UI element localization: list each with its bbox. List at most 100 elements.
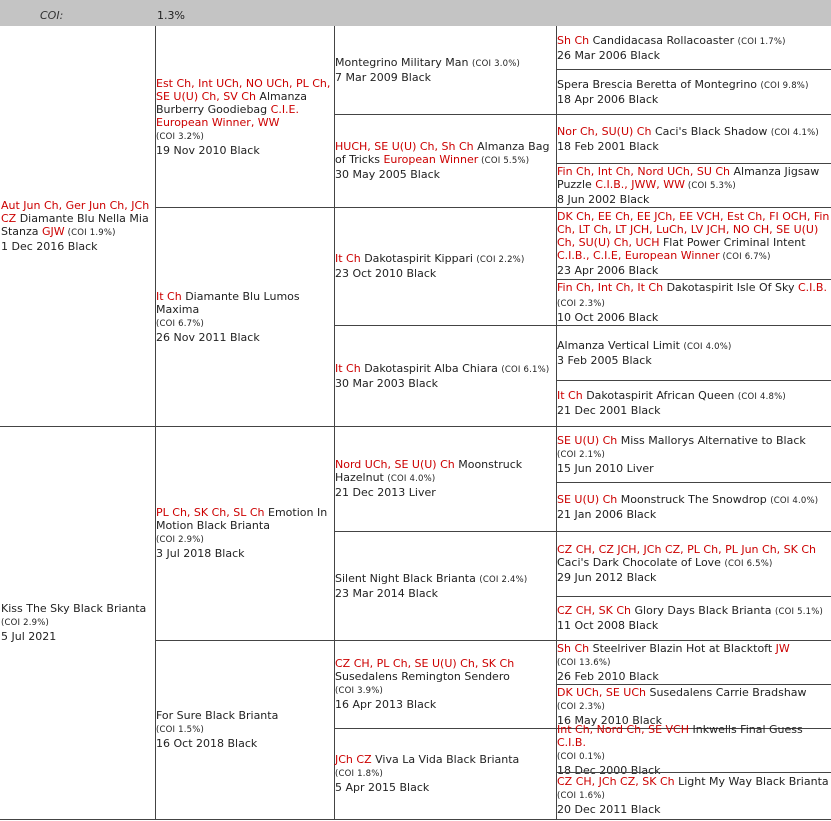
birth-date-color: 15 Jun 2010 Liver [557, 461, 654, 475]
pedigree-cell-gen4[interactable]: Fin Ch, Int Ch, It Ch Dakotaspirit Isle … [556, 279, 831, 325]
coi-value: (COI 2.1%) [557, 449, 606, 460]
birth-date-color: 30 Mar 2003 Black [335, 376, 438, 390]
titles-prefix: Sh Ch [557, 641, 590, 655]
pedigree-cell-gen4[interactable]: Sh Ch Steelriver Blazin Hot at Blacktoft… [556, 640, 831, 684]
birth-date-color: 18 Apr 2006 Black [557, 92, 659, 106]
pedigree-cell-gen3[interactable]: CZ CH, PL Ch, SE U(U) Ch, SK Ch Susedale… [334, 640, 556, 728]
coi-value: (COI 4.0%) [683, 341, 732, 352]
coi-value: (COI 2.2%) [476, 255, 525, 265]
pedigree-cell-gen4[interactable]: Sh Ch Candidacasa Rollacoaster (COI 1.7%… [556, 26, 831, 69]
coi-value: (COI 4.1%) [770, 127, 819, 138]
pedigree-cell-gen4[interactable]: CZ CH, JCh CZ, SK Ch Light My Way Black … [556, 772, 831, 819]
titles-prefix: PL Ch, SK Ch, SL Ch [156, 506, 265, 519]
pedigree-cell-gen4[interactable]: Int Ch, Nord Ch, SE VCH Inkwells Final G… [556, 723, 831, 777]
birth-date-color: 26 Mar 2006 Black [557, 48, 660, 62]
pedigree-cell-gen2[interactable]: It Ch Diamante Blu Lumos Maxima (COI 6.7… [155, 207, 334, 426]
birth-date-color: 29 Jun 2012 Black [557, 571, 657, 584]
dog-name: Caci's Black Shadow [651, 124, 771, 138]
titles-suffix: GJW [42, 225, 65, 238]
coi-value: (COI 6.5%) [724, 559, 773, 569]
titles-prefix: It Ch [557, 389, 583, 402]
pedigree-cell-gen2[interactable]: Est Ch, Int UCh, NO UCh, PL Ch, SE U(U) … [155, 26, 334, 207]
pedigree-cell-gen4[interactable]: Nor Ch, SU(U) Ch Caci's Black Shadow (CO… [556, 114, 831, 163]
pedigree-cell-gen4[interactable]: DK UCh, SE UCh Susedalens Carrie Bradsha… [556, 684, 831, 728]
coi-value: (COI 1.5%) [156, 725, 205, 735]
birth-date-color: 8 Jun 2002 Black [557, 192, 650, 206]
pedigree-cell-gen3[interactable]: It Ch Dakotaspirit Alba Chiara (COI 6.1%… [334, 325, 556, 426]
coi-value: (COI 1.9%) [64, 228, 116, 238]
pedigree-cell-gen1[interactable]: Aut Jun Ch, Ger Jun Ch, JCh CZ Diamante … [0, 26, 155, 426]
titles-prefix: CZ CH, JCh CZ, SK Ch [557, 775, 675, 788]
pedigree-cell-gen3[interactable]: Nord UCh, SE U(U) Ch Moonstruck Hazelnut… [334, 426, 556, 531]
dog-name: Kiss The Sky Black Brianta [1, 602, 147, 615]
dog-name: Spera Brescia Beretta of Montegrino [557, 77, 761, 91]
dog-name: Dakotaspirit African Queen [582, 389, 738, 402]
table-bottom-border [0, 819, 831, 820]
titles-prefix: It Ch [156, 289, 182, 303]
coi-value: (COI 1.7%) [737, 36, 786, 47]
pedigree-cell-gen4[interactable]: Fin Ch, Int Ch, Nord UCh, SU Ch Almanza … [556, 163, 831, 207]
titles-prefix: CZ CH, CZ JCH, JCh CZ, PL Ch, PL Jun Ch,… [557, 543, 816, 556]
birth-date-color: 16 Oct 2018 Black [156, 737, 258, 750]
coi-value: (COI 1.6%) [557, 791, 606, 801]
coi-value: (COI 6.1%) [501, 364, 550, 375]
pedigree-cell-gen4[interactable]: SE U(U) Ch Miss Mallorys Alternative to … [556, 426, 831, 482]
birth-date-color: 20 Dec 2011 Black [557, 803, 661, 816]
dog-name: Dakotaspirit Isle Of Sky [663, 280, 798, 294]
coi-value: (COI 6.7%) [719, 251, 771, 262]
birth-date-color: 16 Apr 2013 Black [335, 698, 437, 711]
coi-value: (COI 13.6%) [557, 657, 611, 668]
birth-date-color: 3 Feb 2005 Black [557, 353, 652, 367]
birth-date-color: 23 Mar 2014 Black [335, 586, 438, 600]
birth-date-color: 23 Oct 2010 Black [335, 267, 437, 280]
pedigree-cell-gen4[interactable]: DK Ch, EE Ch, EE JCh, EE VCH, Est Ch, FI… [556, 207, 831, 279]
pedigree-cell-gen4[interactable]: It Ch Dakotaspirit African Queen (COI 4.… [556, 380, 831, 426]
pedigree-cell-gen4[interactable]: CZ CH, CZ JCH, JCh CZ, PL Ch, PL Jun Ch,… [556, 531, 831, 596]
titles-prefix: It Ch [335, 361, 361, 375]
birth-date-color: 3 Jul 2018 Black [156, 547, 245, 560]
pedigree-cell-gen2[interactable]: For Sure Black Brianta (COI 1.5%) 16 Oct 2… [155, 640, 334, 819]
titles-prefix: Fin Ch, Int Ch, Nord UCh, SU Ch [557, 164, 731, 178]
pedigree-cell-gen3[interactable]: HUCH, SE U(U) Ch, Sh Ch Almanza Bag of T… [334, 114, 556, 207]
coi-value: (COI 3.0%) [471, 59, 521, 69]
titles-prefix: CZ CH, SK Ch [557, 604, 632, 617]
coi-value: (COI 5.3%) [684, 180, 736, 191]
pedigree-cell-gen3[interactable]: It Ch Dakotaspirit Kippari (COI 2.2%) 23 … [334, 207, 556, 325]
coi-value: (COI 4.0%) [387, 474, 436, 484]
coi-value: (COI 3.9%) [335, 686, 384, 696]
coi-header-bar: COI: 1.3% [0, 0, 831, 26]
titles-suffix: European Winner [383, 153, 479, 166]
pedigree-cell-gen4[interactable]: Spera Brescia Beretta of Montegrino (COI… [556, 69, 831, 114]
birth-date-color: 7 Mar 2009 Black [335, 71, 431, 84]
birth-date-color: 21 Jan 2006 Black [557, 507, 657, 521]
pedigree-cell-gen4[interactable]: CZ CH, SK Ch Glory Days Black Brianta (C… [556, 596, 831, 640]
birth-date-color: 23 Apr 2006 Black [557, 263, 659, 277]
pedigree-cell-gen4[interactable]: Almanza Vertical Limit (COI 4.0%) 3 Feb 2… [556, 325, 831, 380]
coi-value: (COI 0.1%) [557, 752, 606, 762]
titles-suffix: C.I.B. [798, 280, 827, 294]
dog-name: Glory Days Black Brianta [631, 604, 775, 617]
dog-name: Montegrino Military Man [335, 56, 472, 69]
pedigree-cell-gen4[interactable]: SE U(U) Ch Moonstruck The Snowdrop (COI … [556, 482, 831, 531]
pedigree-cell-gen2[interactable]: PL Ch, SK Ch, SL Ch Emotion In Motion Bl… [155, 426, 334, 640]
pedigree-cell-gen1[interactable]: Kiss The Sky Black Brianta (COI 2.9%) 5 Ju… [0, 426, 155, 819]
titles-prefix: JCh CZ [335, 753, 372, 766]
birth-date-color: 10 Oct 2006 Black [557, 310, 659, 324]
coi-value: (COI 2.9%) [156, 535, 205, 545]
coi-value: (COI 1.8%) [335, 769, 384, 779]
coi-value: (COI 9.8%) [760, 80, 809, 91]
birth-date-color: 18 Feb 2001 Black [557, 139, 659, 153]
coi-label: COI: [40, 9, 64, 22]
dog-name: Caci's Dark Chocolate of Love [557, 556, 725, 569]
titles-prefix: Int Ch, Nord Ch, SE VCH [557, 723, 689, 736]
pedigree-cell-gen3[interactable]: Silent Night Black Brianta (COI 2.4%) 23 … [334, 531, 556, 640]
titles-prefix: DK UCh, SE UCh [557, 685, 647, 699]
pedigree-cell-gen3[interactable]: Montegrino Military Man (COI 3.0%) 7 Mar … [334, 26, 556, 114]
titles-prefix: Nord UCh, SE U(U) Ch [335, 458, 455, 471]
titles-suffix: C.I.B., JWW, WW [595, 177, 685, 191]
dog-name: Almanza Vertical Limit [557, 338, 684, 352]
coi-value: (COI 5.1%) [774, 607, 824, 617]
dog-name: Miss Mallorys Alternative to Black [617, 433, 806, 447]
pedigree-cell-gen3[interactable]: JCh CZ Viva La Vida Black Brianta (COI 1… [334, 728, 556, 819]
dog-name: Light My Way Black Brianta [674, 775, 829, 788]
